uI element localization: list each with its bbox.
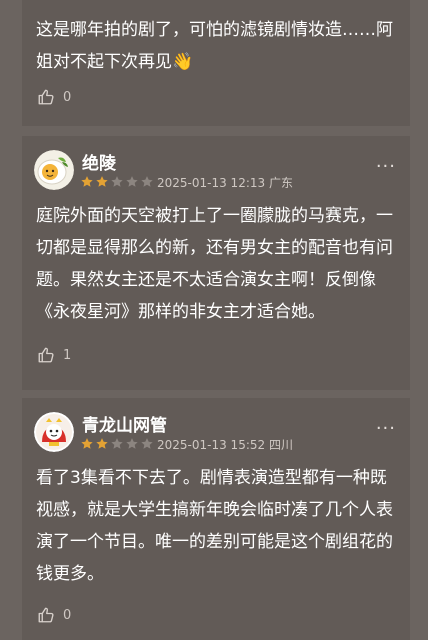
like-button[interactable]: 0 [37,88,71,106]
star-icon [141,176,153,187]
thumbs-up-icon [37,346,55,364]
star-icon [81,176,93,187]
comment-card: 这是哪年拍的剧了，可怕的滤镜剧情妆造……阿姐对不起下次再见👋 0 [22,0,410,126]
comment-location: 广东 [268,176,293,190]
thumbs-up-icon [37,606,55,624]
comment-date: 2025-01-13 15:52 [157,438,266,452]
like-button[interactable]: 1 [37,346,71,364]
comment-card: 青龙山网管 2025-01-13 15:52 四川 ··· 看了3集看不下去了。… [22,398,410,640]
star-icon [111,176,123,187]
thumbs-up-icon [37,88,55,106]
comment-location: 四川 [268,438,293,452]
username[interactable]: 青龙山网管 [82,411,167,436]
star-icon [126,438,138,449]
comment-header: 绝陵 2025-01-13 12:13 广东 ··· [22,136,410,191]
like-count: 0 [63,607,72,623]
comment-meta: 2025-01-13 12:13 广东 [157,174,293,191]
comment-header: 青龙山网管 2025-01-13 15:52 四川 ··· [22,398,410,453]
like-button[interactable]: 0 [37,606,71,624]
comment-card: 绝陵 2025-01-13 12:13 广东 ··· 庭院外面的天空被打上了一圈… [22,136,410,390]
comment-text: 庭院外面的天空被打上了一圈朦胧的马赛克，一切都是显得那么的新，还有男女主的配音也… [36,206,393,322]
comment-text: 看了3集看不下去了。剧情表演造型都有一种既视感，就是大学生搞新年晚会临时凑了几个… [36,468,393,584]
comment-date: 2025-01-13 12:13 [157,176,266,190]
rating-stars [80,175,154,189]
like-count: 1 [63,347,72,363]
username[interactable]: 绝陵 [82,149,116,174]
like-count: 0 [63,89,72,105]
star-icon [96,438,108,449]
red-cartoon-avatar-icon [34,412,74,452]
star-icon [111,438,123,449]
review-list: 这是哪年拍的剧了，可怕的滤镜剧情妆造……阿姐对不起下次再见👋 0 绝陵 2025… [0,0,428,640]
comment-meta: 2025-01-13 15:52 四川 [157,436,293,453]
star-icon [96,176,108,187]
fried-egg-avatar-icon [34,150,74,190]
more-dots-icon[interactable]: ··· [376,420,396,438]
star-icon [81,438,93,449]
more-dots-icon[interactable]: ··· [376,158,396,176]
star-icon [141,438,153,449]
avatar[interactable] [34,412,74,452]
rating-stars [80,437,154,451]
avatar[interactable] [34,150,74,190]
star-icon [126,176,138,187]
comment-text: 这是哪年拍的剧了，可怕的滤镜剧情妆造……阿姐对不起下次再见👋 [36,20,393,72]
